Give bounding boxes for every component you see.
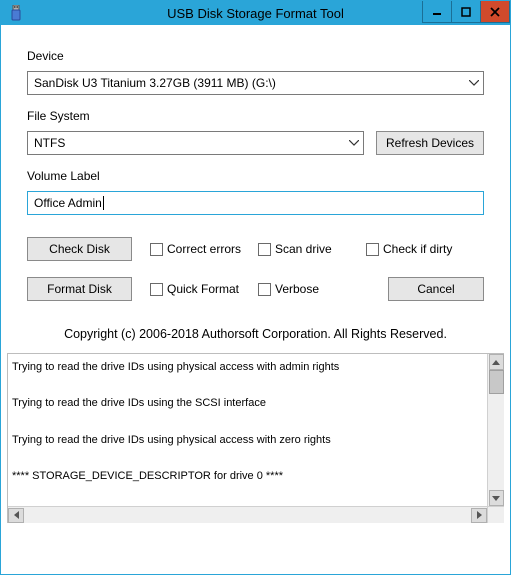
usb-disk-icon [7, 4, 25, 22]
check-disk-button[interactable]: Check Disk [27, 237, 132, 261]
file-system-select[interactable]: NTFS [27, 131, 364, 155]
log-line: Trying to read the drive IDs using physi… [12, 433, 496, 447]
cancel-button[interactable]: Cancel [388, 277, 484, 301]
checkbox-label: Check if dirty [383, 242, 452, 256]
checkbox-label: Verbose [275, 282, 319, 296]
copyright-text: Copyright (c) 2006-2018 Authorsoft Corpo… [27, 327, 484, 341]
app-window: USB Disk Storage Format Tool Device SanD… [0, 0, 511, 575]
checkbox-label: Quick Format [167, 282, 239, 296]
device-label: Device [27, 49, 484, 63]
checkbox-box-icon [258, 243, 271, 256]
scroll-track[interactable] [24, 508, 471, 523]
scroll-up-icon[interactable] [489, 354, 504, 370]
volume-label-label: Volume Label [27, 169, 484, 183]
main-content: Device SanDisk U3 Titanium 3.27GB (3911 … [1, 25, 510, 353]
scroll-track[interactable] [489, 394, 504, 490]
maximize-button[interactable] [451, 1, 481, 23]
log-line: **** STORAGE_DEVICE_DESCRIPTOR for drive… [12, 469, 496, 483]
chevron-down-icon [469, 80, 479, 86]
quick-format-checkbox[interactable]: Quick Format [150, 282, 258, 296]
checkbox-box-icon [150, 243, 163, 256]
correct-errors-checkbox[interactable]: Correct errors [150, 242, 258, 256]
titlebar: USB Disk Storage Format Tool [1, 1, 510, 25]
file-system-selected-value: NTFS [34, 136, 65, 150]
chevron-down-icon [349, 140, 359, 146]
window-title: USB Disk Storage Format Tool [167, 6, 344, 21]
check-if-dirty-checkbox[interactable]: Check if dirty [366, 242, 452, 256]
verbose-checkbox[interactable]: Verbose [258, 282, 366, 296]
checkbox-box-icon [366, 243, 379, 256]
checkbox-label: Correct errors [167, 242, 241, 256]
volume-label-value: Office Admin [34, 196, 102, 210]
format-disk-button[interactable]: Format Disk [27, 277, 132, 301]
scroll-thumb[interactable] [489, 370, 504, 394]
vertical-scrollbar[interactable] [487, 354, 504, 506]
device-select[interactable]: SanDisk U3 Titanium 3.27GB (3911 MB) (G:… [27, 71, 484, 95]
checkbox-box-icon [150, 283, 163, 296]
window-buttons [423, 1, 510, 25]
log-line: Trying to read the drive IDs using physi… [12, 360, 496, 374]
log-body[interactable]: Trying to read the drive IDs using physi… [8, 354, 504, 523]
volume-label-input[interactable]: Office Admin [27, 191, 484, 215]
scroll-down-icon[interactable] [489, 490, 504, 506]
text-cursor [103, 196, 104, 210]
refresh-devices-button[interactable]: Refresh Devices [376, 131, 484, 155]
scroll-corner [487, 506, 504, 523]
horizontal-scrollbar[interactable] [8, 506, 487, 523]
log-line: Trying to read the drive IDs using the S… [12, 396, 496, 410]
scroll-right-icon[interactable] [471, 508, 487, 523]
scroll-left-icon[interactable] [8, 508, 24, 523]
close-button[interactable] [480, 1, 510, 23]
device-selected-value: SanDisk U3 Titanium 3.27GB (3911 MB) (G:… [34, 76, 276, 90]
file-system-label: File System [27, 109, 484, 123]
log-area: Trying to read the drive IDs using physi… [7, 353, 504, 523]
minimize-button[interactable] [422, 1, 452, 23]
scan-drive-checkbox[interactable]: Scan drive [258, 242, 366, 256]
checkbox-box-icon [258, 283, 271, 296]
checkbox-label: Scan drive [275, 242, 332, 256]
